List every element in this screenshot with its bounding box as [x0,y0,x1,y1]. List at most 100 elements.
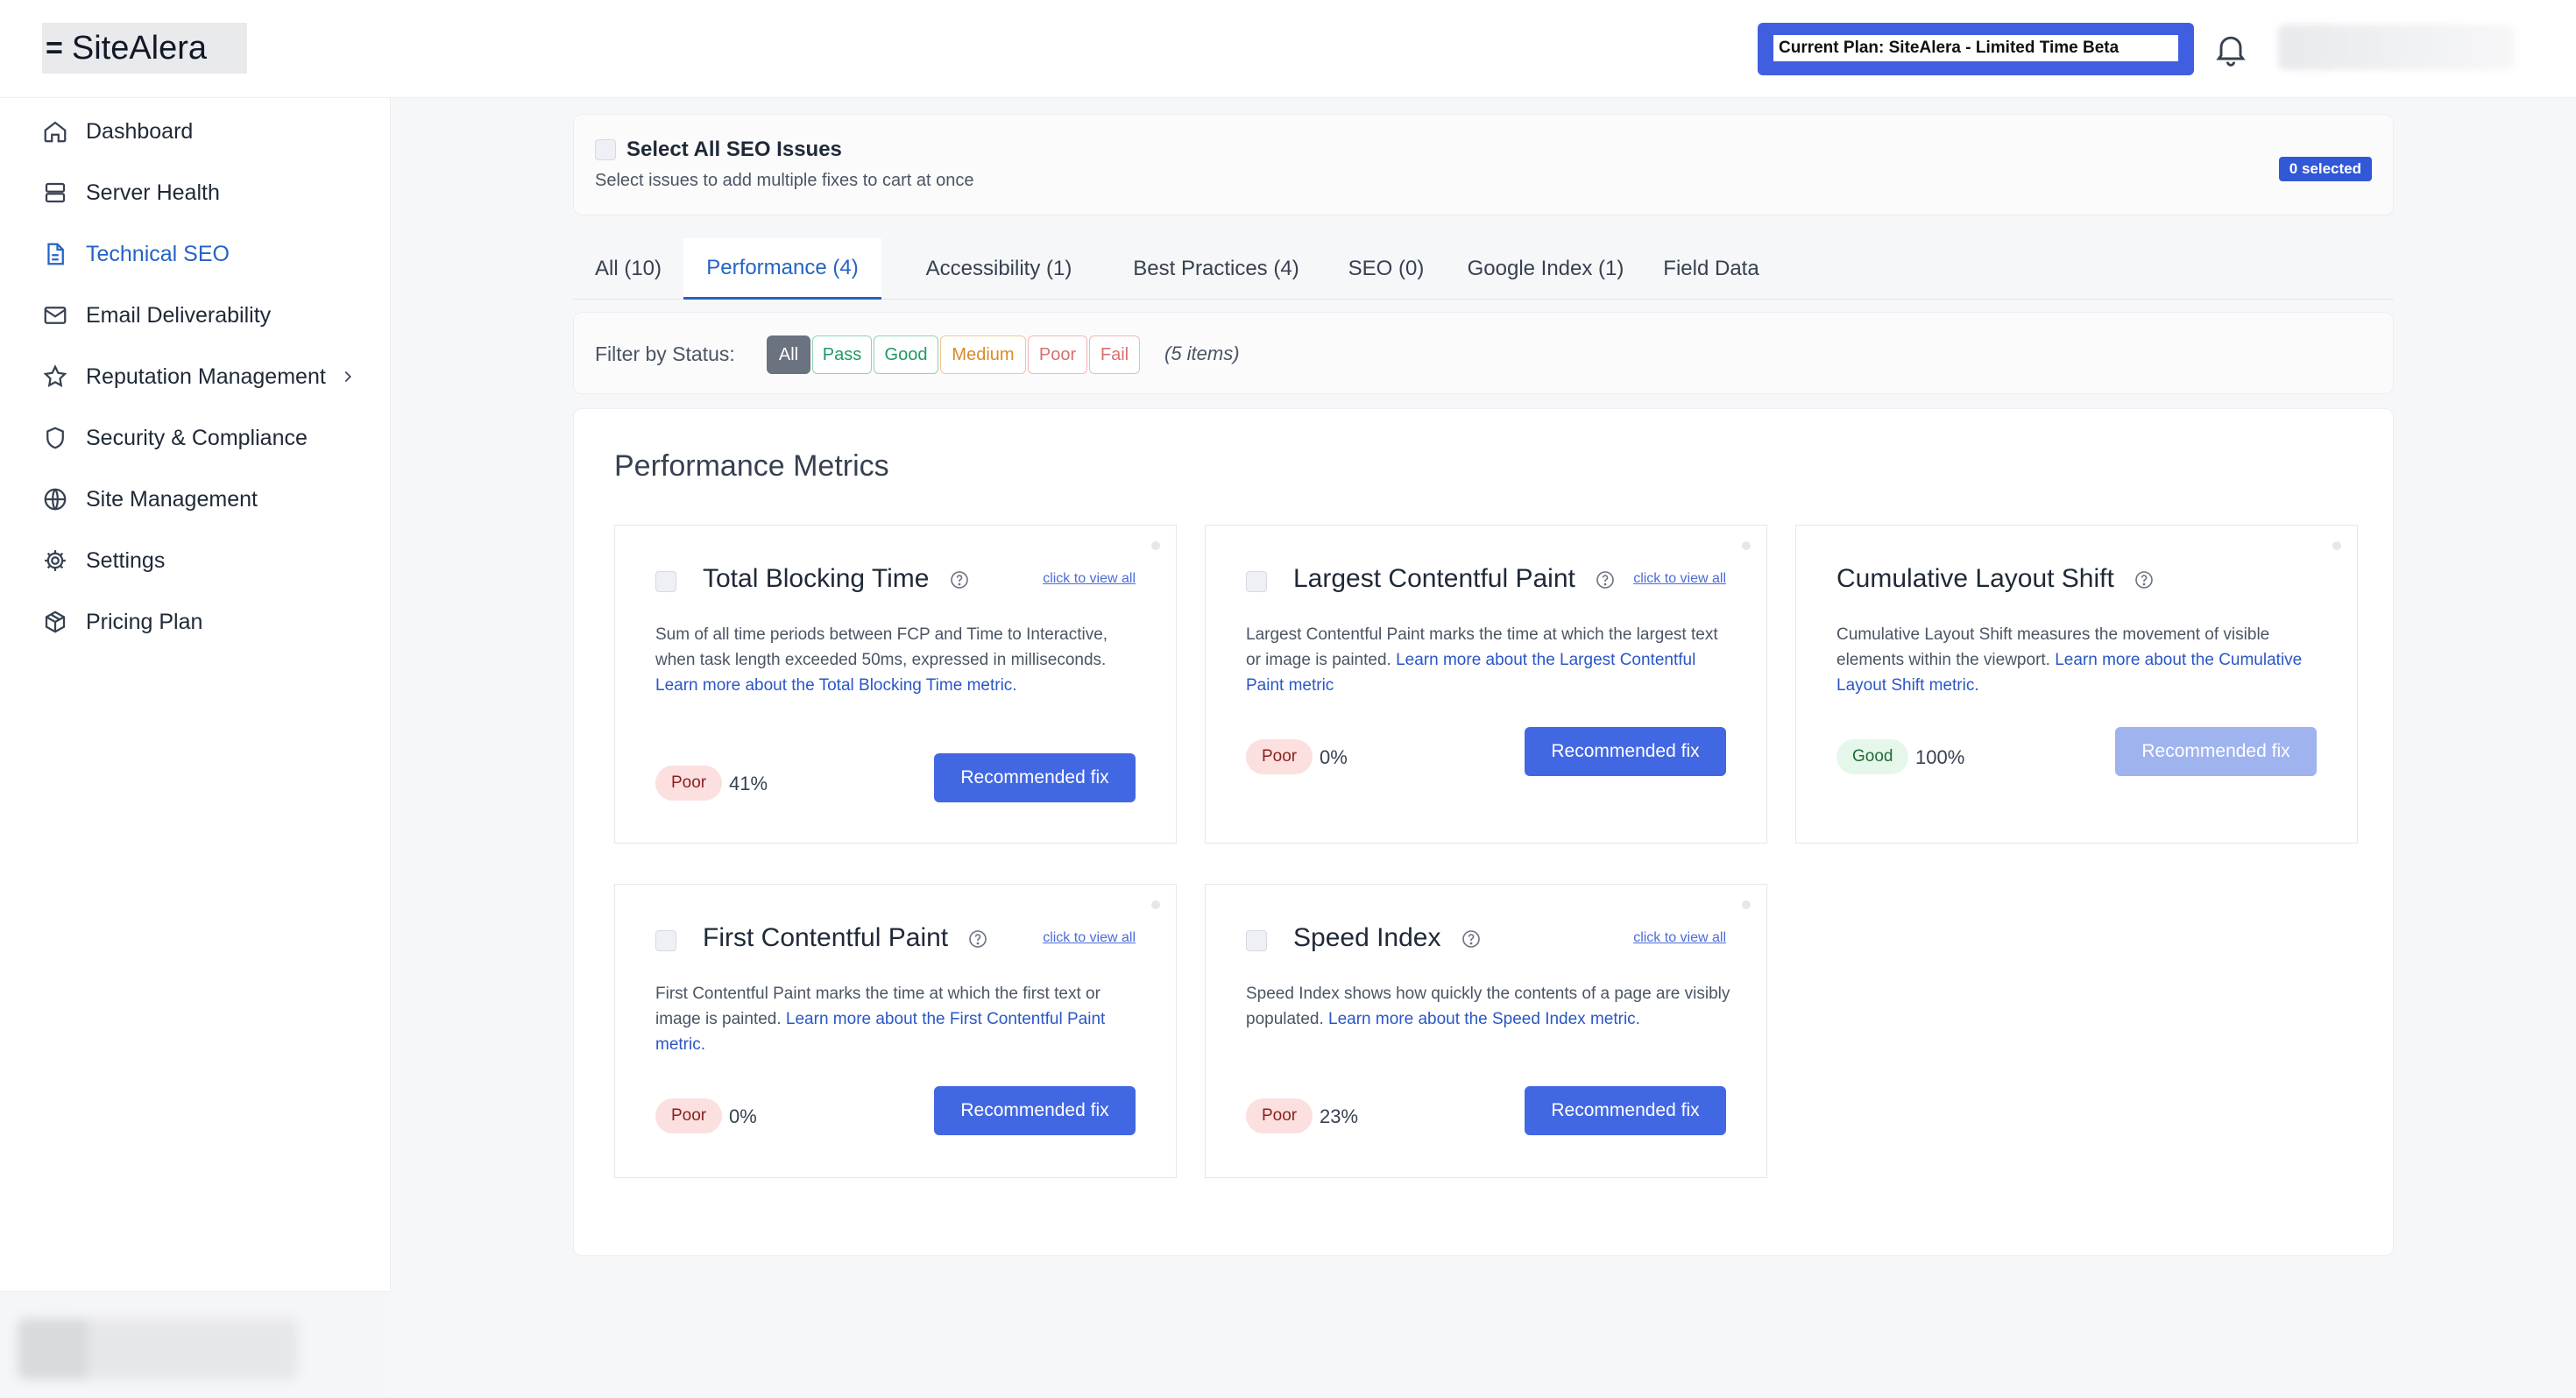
sidebar-item-security-compliance[interactable]: Security & Compliance [42,419,308,457]
help-icon[interactable] [2134,569,2155,590]
performance-metrics-panel: Performance Metrics Total Blocking Time … [573,408,2394,1256]
status-dot [2332,541,2341,550]
selected-count-badge: 0 selected [2278,157,2372,181]
help-icon[interactable] [1461,928,1482,950]
metric-card-largest-contentful-paint: Largest Contentful Paint click to view a… [1205,525,1767,844]
recommended-fix-button[interactable]: Recommended fix [934,753,1136,802]
help-icon[interactable] [949,569,970,590]
home-icon [44,121,67,143]
tab-performance[interactable]: Performance (4) [683,238,881,300]
app-name: SiteAlera [71,29,208,67]
tab-all[interactable]: All (10) [573,238,683,300]
status-dot [1742,900,1751,909]
filter-fail[interactable]: Fail [1089,335,1140,374]
gear-icon [45,550,66,571]
select-all-card: Select All SEO Issues Select issues to a… [573,114,2394,215]
document-icon [47,243,64,265]
metric-checkbox[interactable] [655,571,676,592]
view-all-link[interactable]: click to view all [1043,571,1136,587]
filter-all[interactable]: All [767,335,810,374]
sidebar-item-label: Dashboard [86,118,194,144]
recommended-fix-button[interactable]: Recommended fix [934,1086,1136,1135]
chevron-right-icon [344,371,351,383]
metric-score: 0% [1320,746,1348,768]
help-icon[interactable] [1595,569,1616,590]
select-all-checkbox[interactable] [595,139,616,160]
filter-label: Filter by Status: [595,342,735,365]
tab-accessibility[interactable]: Accessibility (1) [897,238,1100,300]
status-badge: Poor [1246,739,1313,774]
metric-score: 0% [729,1105,757,1127]
shield-icon [46,427,64,449]
metric-title-row: First Contentful Paint [703,923,988,953]
sidebar-item-label: Site Management [86,486,258,512]
status-badge: Poor [655,766,723,801]
status-dot [1151,541,1160,550]
metric-checkbox[interactable] [655,930,676,951]
status-badge: Poor [655,1098,723,1133]
view-all-link[interactable]: click to view all [1043,930,1136,946]
metric-title-row: Cumulative Layout Shift [1836,564,2155,594]
learn-more-link[interactable]: Learn more about the Speed Index metric. [1328,1010,1640,1028]
metric-title: Speed Index [1293,923,1441,952]
sidebar-item-label: Email Deliverability [86,302,272,328]
app-logo[interactable]: = SiteAlera [42,23,247,74]
sidebar-item-technical-seo[interactable]: Technical SEO [42,235,230,273]
view-all-link[interactable]: click to view all [1633,571,1726,587]
sidebar-item-label: Reputation Management [86,364,326,389]
metric-checkbox[interactable] [1246,571,1267,592]
server-icon [45,182,66,203]
view-all-link[interactable]: click to view all [1633,930,1726,946]
status-badge: Good [1836,739,1909,774]
sidebar-item-settings[interactable]: Settings [42,541,165,580]
recommended-fix-button[interactable]: Recommended fix [1525,1086,1726,1135]
status-badge: Poor [1246,1098,1313,1133]
filter-pass[interactable]: Pass [812,335,872,374]
metric-score: 23% [1320,1105,1359,1127]
sidebar-item-server-health[interactable]: Server Health [42,173,220,212]
sidebar-item-dashboard[interactable]: Dashboard [42,112,193,151]
metric-title: Cumulative Layout Shift [1836,564,2114,593]
current-plan-banner[interactable]: Current Plan: SiteAlera - Limited Time B… [1758,23,2194,75]
metric-card-total-blocking-time: Total Blocking Time click to view all Su… [614,525,1177,844]
metric-card-cumulative-layout-shift: Cumulative Layout Shift Cumulative Layou… [1795,525,2358,844]
metric-score: 100% [1915,746,1965,768]
filter-medium[interactable]: Medium [940,335,1026,374]
metric-checkbox[interactable] [1246,930,1267,951]
metric-card-first-contentful-paint: First Contentful Paint click to view all… [614,884,1177,1178]
tab-field-data[interactable]: Field Data [1647,238,1775,300]
learn-more-link[interactable]: Learn more about the Total Blocking Time… [655,676,1017,695]
metric-card-speed-index: Speed Index click to view all Speed Inde… [1205,884,1767,1178]
tab-best-practices[interactable]: Best Practices (4) [1106,238,1327,300]
sidebar-item-reputation-management[interactable]: Reputation Management [42,357,375,396]
metric-title: Largest Contentful Paint [1293,564,1575,593]
sidebar: Dashboard Server Health Technical SEO Em… [0,98,391,1398]
metric-description: Largest Contentful Paint marks the time … [1246,622,1737,698]
tab-google-index[interactable]: Google Index (1) [1449,238,1642,300]
metric-description: Sum of all time periods between FCP and … [655,622,1146,698]
help-icon[interactable] [967,928,988,950]
sidebar-item-label: Security & Compliance [86,425,308,450]
metric-description: Speed Index shows how quickly the conten… [1246,981,1737,1032]
filter-good[interactable]: Good [874,335,938,374]
status-dot [1151,900,1160,909]
sidebar-item-email-deliverability[interactable]: Email Deliverability [42,296,271,335]
metric-title-row: Total Blocking Time [703,564,970,594]
bell-icon[interactable] [2212,30,2250,68]
filter-poor[interactable]: Poor [1028,335,1087,374]
sidebar-item-pricing-plan[interactable]: Pricing Plan [42,603,202,641]
metric-description: Cumulative Layout Shift measures the mov… [1836,622,2327,698]
user-menu[interactable] [2278,25,2515,70]
status-dot [1742,541,1751,550]
globe-icon [44,488,67,511]
metric-score: 41% [729,773,768,794]
current-plan-label: Current Plan: SiteAlera - Limited Time B… [1773,35,2178,61]
menu-glyph: = [46,31,63,65]
status-filter-bar: Filter by Status: All Pass Good Medium P… [573,312,2394,394]
recommended-fix-button[interactable]: Recommended fix [1525,727,1726,776]
top-bar: = SiteAlera Current Plan: SiteAlera - Li… [0,0,2576,98]
sidebar-account-footer[interactable] [0,1291,391,1398]
recommended-fix-button[interactable]: Recommended fix [2115,727,2317,776]
tab-seo[interactable]: SEO (0) [1327,238,1446,300]
sidebar-item-site-management[interactable]: Site Management [42,480,258,519]
